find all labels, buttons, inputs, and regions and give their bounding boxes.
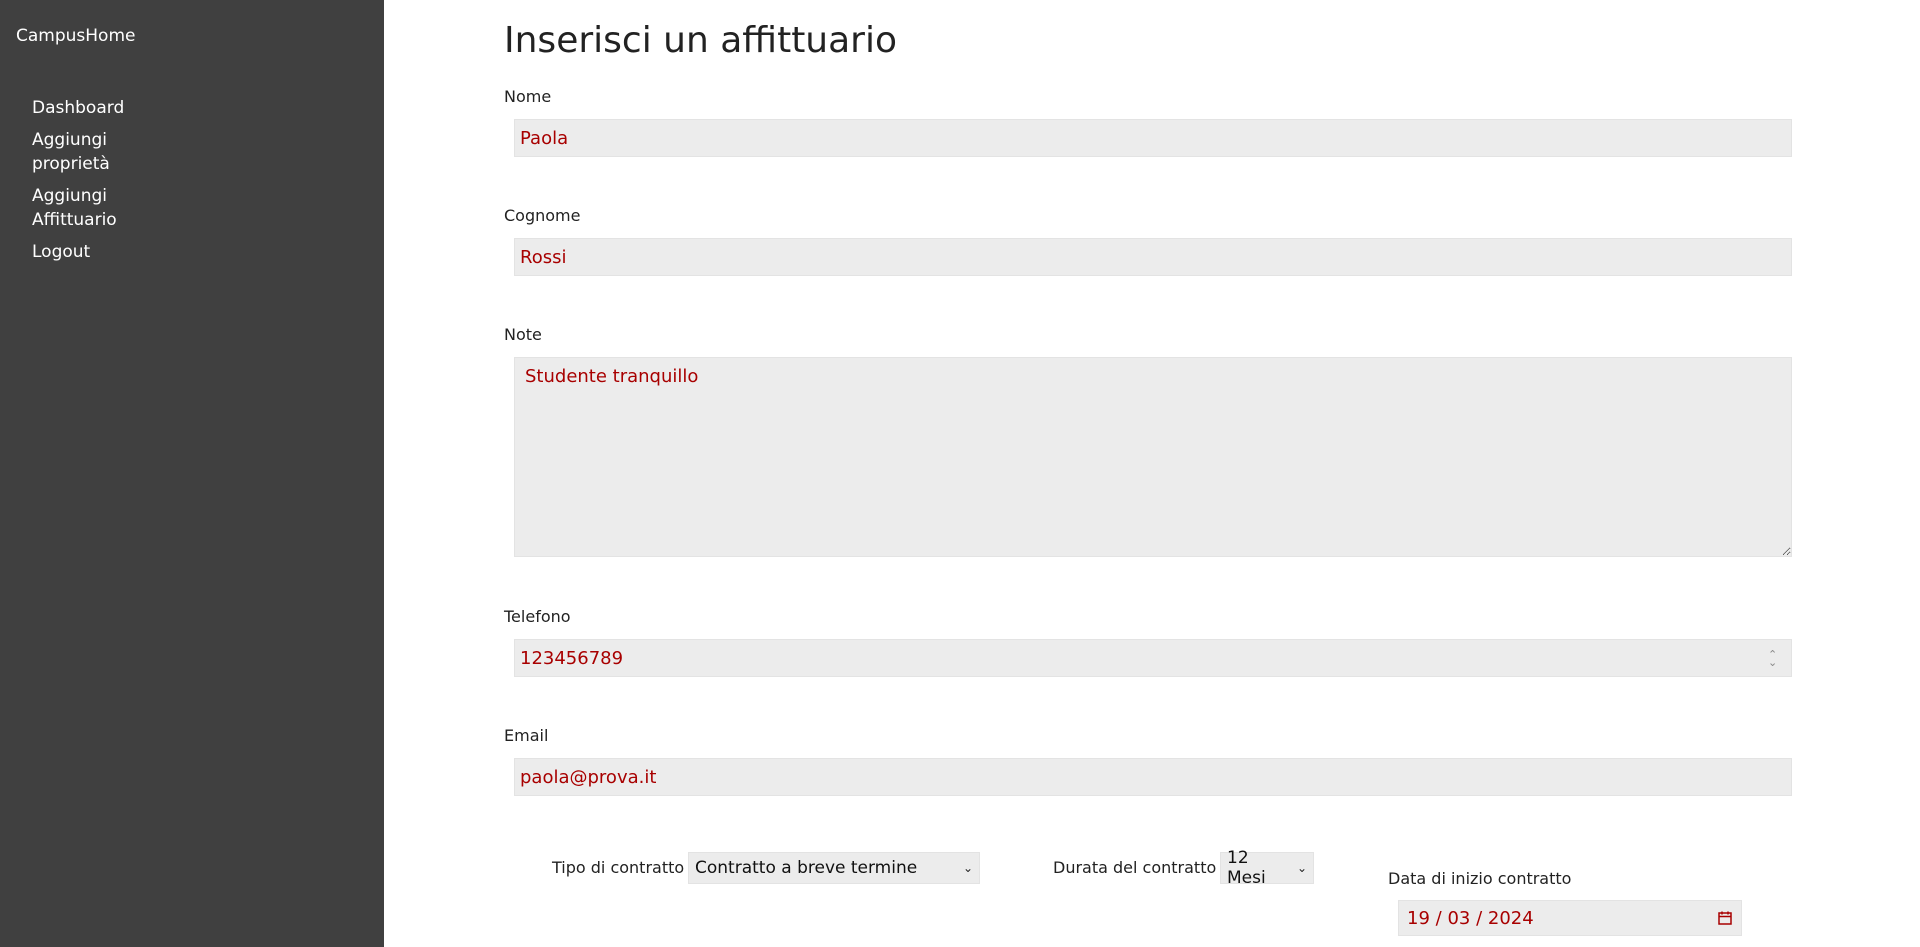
sidebar-item-aggiungi-affittuario[interactable]: Aggiungi Affittuario xyxy=(32,184,182,232)
date-month: 03 xyxy=(1447,907,1471,929)
nome-field[interactable] xyxy=(514,119,1792,157)
date-day: 19 xyxy=(1407,907,1430,929)
date-separator: / xyxy=(1476,907,1488,929)
cognome-label: Cognome xyxy=(504,206,581,225)
tipo-contratto-value: Contratto a breve termine xyxy=(695,858,918,878)
telefono-label: Telefono xyxy=(504,607,571,626)
durata-contratto-label: Durata del contratto xyxy=(1053,858,1217,877)
durata-contratto-select[interactable]: 12 Mesi ⌄ xyxy=(1220,848,1314,888)
chevron-down-icon: ⌄ xyxy=(1296,861,1307,875)
date-year: 2024 xyxy=(1487,907,1534,929)
email-label: Email xyxy=(504,726,549,745)
cognome-field[interactable] xyxy=(514,238,1792,276)
sidebar-item-logout[interactable]: Logout xyxy=(32,240,182,264)
chevron-down-icon: ⌄ xyxy=(962,861,973,875)
date-separator: / xyxy=(1435,907,1448,929)
page-title: Inserisci un affittuario xyxy=(504,20,898,61)
brand-name[interactable]: CampusHome xyxy=(16,26,135,46)
data-inizio-label: Data di inizio contratto xyxy=(1388,869,1572,888)
main-content: Inserisci un affittuario Nome Cognome No… xyxy=(504,0,1794,947)
email-field[interactable] xyxy=(514,758,1792,796)
calendar-icon[interactable] xyxy=(1717,910,1733,926)
note-textarea[interactable]: Studente tranquillo xyxy=(514,357,1792,557)
sidebar-item-aggiungi-proprieta[interactable]: Aggiungi proprietà xyxy=(32,128,182,176)
number-spinner-icon[interactable]: ⌃ ⌄ xyxy=(1768,649,1777,668)
sidebar: CampusHome Dashboard Aggiungi proprietà … xyxy=(0,0,384,947)
nome-label: Nome xyxy=(504,87,552,106)
tipo-contratto-select[interactable]: Contratto a breve termine ⌄ xyxy=(688,852,980,884)
sidebar-nav: Dashboard Aggiungi proprietà Aggiungi Af… xyxy=(32,96,182,272)
durata-contratto-value: 12 Mesi xyxy=(1227,848,1266,888)
note-label: Note xyxy=(504,325,542,344)
sidebar-item-dashboard[interactable]: Dashboard xyxy=(32,96,182,120)
data-inizio-field[interactable]: 19 / 03 / 2024 xyxy=(1398,900,1742,936)
date-value: 19 / 03 / 2024 xyxy=(1407,908,1534,929)
telefono-field[interactable] xyxy=(514,639,1792,677)
tipo-contratto-label: Tipo di contratto xyxy=(552,858,685,877)
